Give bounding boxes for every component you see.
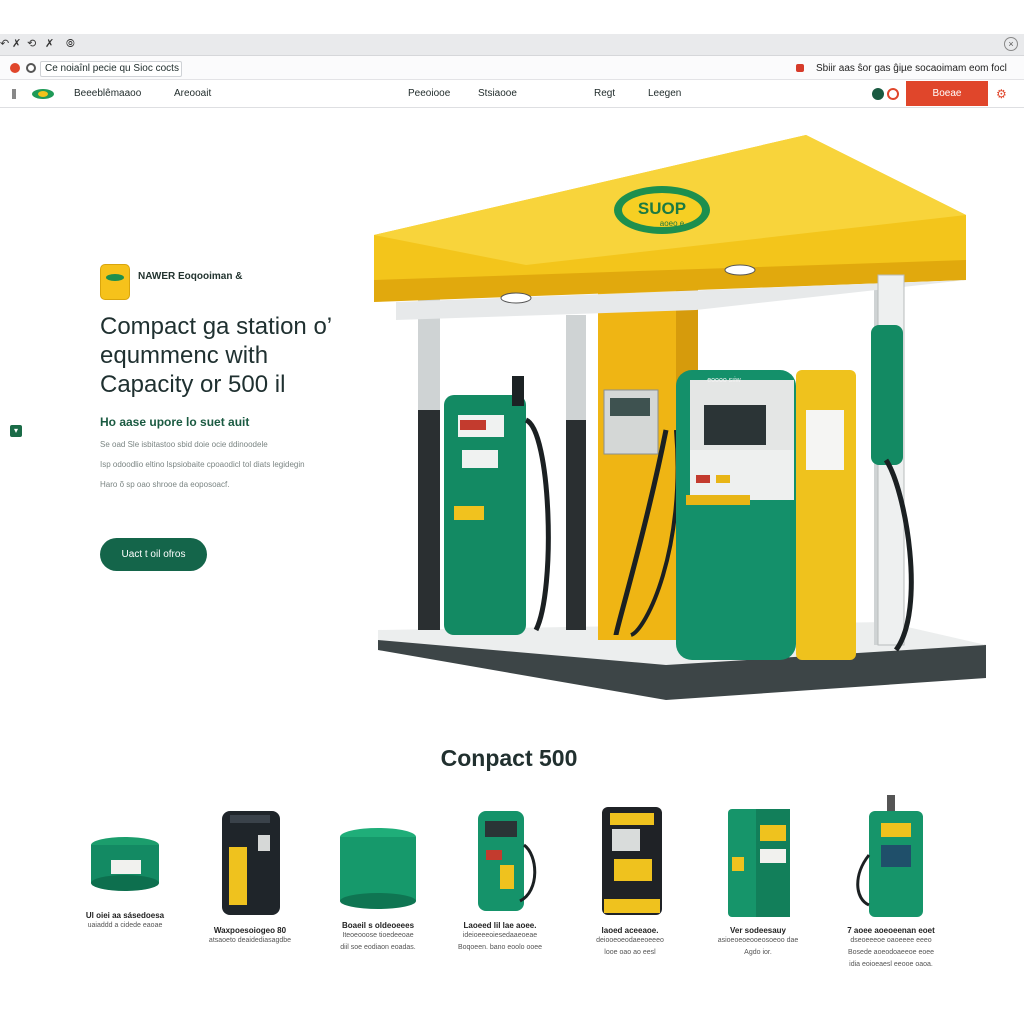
- reload-icon[interactable]: ⟲: [27, 37, 36, 50]
- product-card[interactable]: Boaeil s oldeoeees Iteoeooose tioedeeoae…: [313, 795, 443, 985]
- column-screen: [610, 398, 650, 416]
- hero-subtitle: Ho aase upore lo suet auit: [100, 415, 250, 429]
- battery-unit-icon: [222, 811, 280, 915]
- gas-station-illustration: SUOP aoeo e eoooo sıiw: [374, 135, 986, 700]
- product-description: uaiaddd a cidede eaoae: [87, 922, 163, 929]
- menu-handle-icon[interactable]: [12, 89, 16, 99]
- product-description: Iteoeooose tioedeeoae: [342, 932, 414, 939]
- hero-description: Se oad Sle isbitastoo sbid doie ocie ddi…: [100, 435, 340, 495]
- site-logo[interactable]: [32, 89, 54, 99]
- close-icon[interactable]: ✗: [12, 37, 21, 50]
- product-card[interactable]: Laoeed lil lae aoee. ideioeeeoiesedaaeoe…: [435, 795, 565, 985]
- product-description: atsaoeto deaidediasagdbe: [208, 937, 292, 944]
- site-info-icon[interactable]: ⦾: [66, 37, 75, 51]
- section-title: Conpact 500: [440, 745, 578, 771]
- product-description: Bosede aoeodoaeeoe eoee: [847, 949, 935, 956]
- payment-kiosk-icon: [602, 807, 662, 915]
- main-dispenser-screen: [704, 405, 766, 445]
- product-description: ideioeeeoiesedaaeoeae: [462, 932, 538, 939]
- product-card[interactable]: laoed aceeaoe. deiooeoeodaeeoeeeo looe o…: [565, 795, 695, 985]
- side-tab-icon[interactable]: ▾: [10, 425, 22, 437]
- product-title: Laoeed lil lae aoee.: [463, 921, 537, 930]
- product-description: deiooeoeodaeeoeeeo: [596, 937, 664, 944]
- hero-title: Compact ga station o’ eqummenc with Capa…: [100, 312, 380, 399]
- product-title: Waxpoesoiogeo 80: [213, 926, 287, 935]
- product-title: Ver sodeesauy: [729, 926, 787, 935]
- product-card[interactable]: Waxpoesoiogeo 80 atsaoeto deaidediasagdb…: [185, 795, 315, 985]
- product-description: diil soe eodiaon eoadas.: [340, 944, 416, 951]
- product-card[interactable]: 7 aoee aoeoeenan eoet dseoeeeoe oaoeeee …: [826, 795, 956, 985]
- product-title: Ul oiei aa sásedoesa: [85, 911, 165, 920]
- stop-icon[interactable]: ✗: [45, 37, 54, 50]
- nav-cta-button[interactable]: Boeae: [906, 81, 988, 106]
- left-pump-price: [460, 420, 486, 430]
- main-dispenser-label: eoooo sıiw: [707, 377, 741, 384]
- back-icon[interactable]: ↶: [0, 37, 9, 50]
- button: [696, 475, 710, 483]
- security-icon[interactable]: [26, 63, 36, 73]
- browser-top-strip: [0, 0, 1024, 34]
- brand-name: NAWER Eoqooiman &: [138, 271, 243, 282]
- canopy-light: [500, 292, 532, 304]
- brand-logo-icon: [100, 264, 130, 300]
- record-icon[interactable]: [796, 64, 804, 72]
- button: [716, 475, 730, 483]
- product-description: looe oao ao eesl: [604, 949, 656, 956]
- product-card[interactable]: Ul oiei aa sásedoesa uaiaddd a cidede ea…: [60, 795, 190, 985]
- product-list: Ul oiei aa sásedoesa uaiaddd a cidede ea…: [60, 795, 980, 985]
- product-title: 7 aoee aoeoeenan eoet: [847, 926, 935, 935]
- product-title: laoed aceeaoe.: [601, 926, 659, 935]
- tab-close-icon[interactable]: ×: [1004, 37, 1018, 51]
- product-description: Boqoeen. bano eoolo ooee: [457, 944, 543, 951]
- hero-title-line-3: Capacity or 500 il: [100, 371, 286, 398]
- hero-title-line-1: Compact ga station o’: [100, 313, 333, 340]
- canopy-logo-text: SUOP: [638, 199, 686, 218]
- left-pump-label: [454, 506, 484, 520]
- hero-description-line: Haro õ sp oao shrooe da eoposoacf.: [100, 480, 230, 489]
- address-bar: Ce noiaînl pecie qu Sioc cocts Sbiir aas…: [0, 56, 1024, 80]
- nav-link-6[interactable]: Leegen: [648, 88, 681, 99]
- nav-link-3[interactable]: Peeoiooe: [408, 88, 450, 99]
- right-nozzle-holder: [871, 325, 903, 465]
- left-pump-panel: [462, 450, 498, 468]
- url-field[interactable]: Ce noiaînl pecie qu Sioc cocts: [40, 61, 182, 77]
- site-navigation: Beeeblêmaaoo Areooait Peeoiooe Stsiaooe …: [0, 80, 1024, 108]
- browser-tab-bar: ↶ ✗ ⟲ ✗ ⦾ ×: [0, 34, 1024, 56]
- browser-logo-icon: [10, 63, 20, 73]
- settings-icon[interactable]: ⚙: [996, 87, 1007, 101]
- nav-link-2[interactable]: Areooait: [174, 88, 211, 99]
- left-hose: [524, 417, 551, 632]
- canopy-light: [724, 264, 756, 276]
- hero-description-line: Se oad Sle isbitastoo sbid doie ocie ddi…: [100, 440, 268, 449]
- product-description: idia eoioeaesl eeooe oaoa.: [849, 961, 933, 968]
- hero-cta-button[interactable]: Uact t oil ofros: [100, 538, 207, 571]
- product-description: dseoeeeoe oaoeeee eeeo: [850, 937, 932, 944]
- round-tank-icon: [91, 837, 159, 891]
- search-field[interactable]: Sbiir aas ŝor gas ĝiµe socaoimam eom foc…: [812, 61, 1022, 77]
- hero-description-line: Isp odoodlio eltino lspsiobaite cpoaodic…: [100, 460, 305, 469]
- globe-icon[interactable]: [872, 88, 884, 100]
- right-dispenser-panel: [806, 410, 844, 470]
- pillar-shadow: [418, 410, 440, 630]
- nozzle: [512, 376, 524, 406]
- green-barrel-icon: [340, 828, 416, 909]
- product-description: Agdo ior.: [744, 949, 772, 956]
- dispenser-icon: [478, 811, 537, 911]
- record-icon[interactable]: [887, 88, 899, 100]
- product-card[interactable]: Ver sodeesauy asioeoeoeooeosoeoo dae Agd…: [693, 795, 823, 985]
- nav-link-4[interactable]: Stsiaooe: [478, 88, 517, 99]
- product-title: Boaeil s oldeoeees: [341, 921, 415, 930]
- fuel-pump-icon: [856, 795, 923, 917]
- product-description: asioeoeoeooeosoeoo dae: [717, 937, 799, 944]
- canopy-logo-sub: aoeo e: [660, 219, 685, 228]
- nav-link-5[interactable]: Regt: [594, 88, 615, 99]
- cabinet-icon: [728, 809, 790, 917]
- main-dispenser-stripe: [686, 495, 750, 505]
- pillar-shadow: [566, 420, 586, 630]
- nav-link-1[interactable]: Beeeblêmaaoo: [74, 88, 141, 99]
- hero-title-line-2: eqummenc with: [100, 342, 269, 369]
